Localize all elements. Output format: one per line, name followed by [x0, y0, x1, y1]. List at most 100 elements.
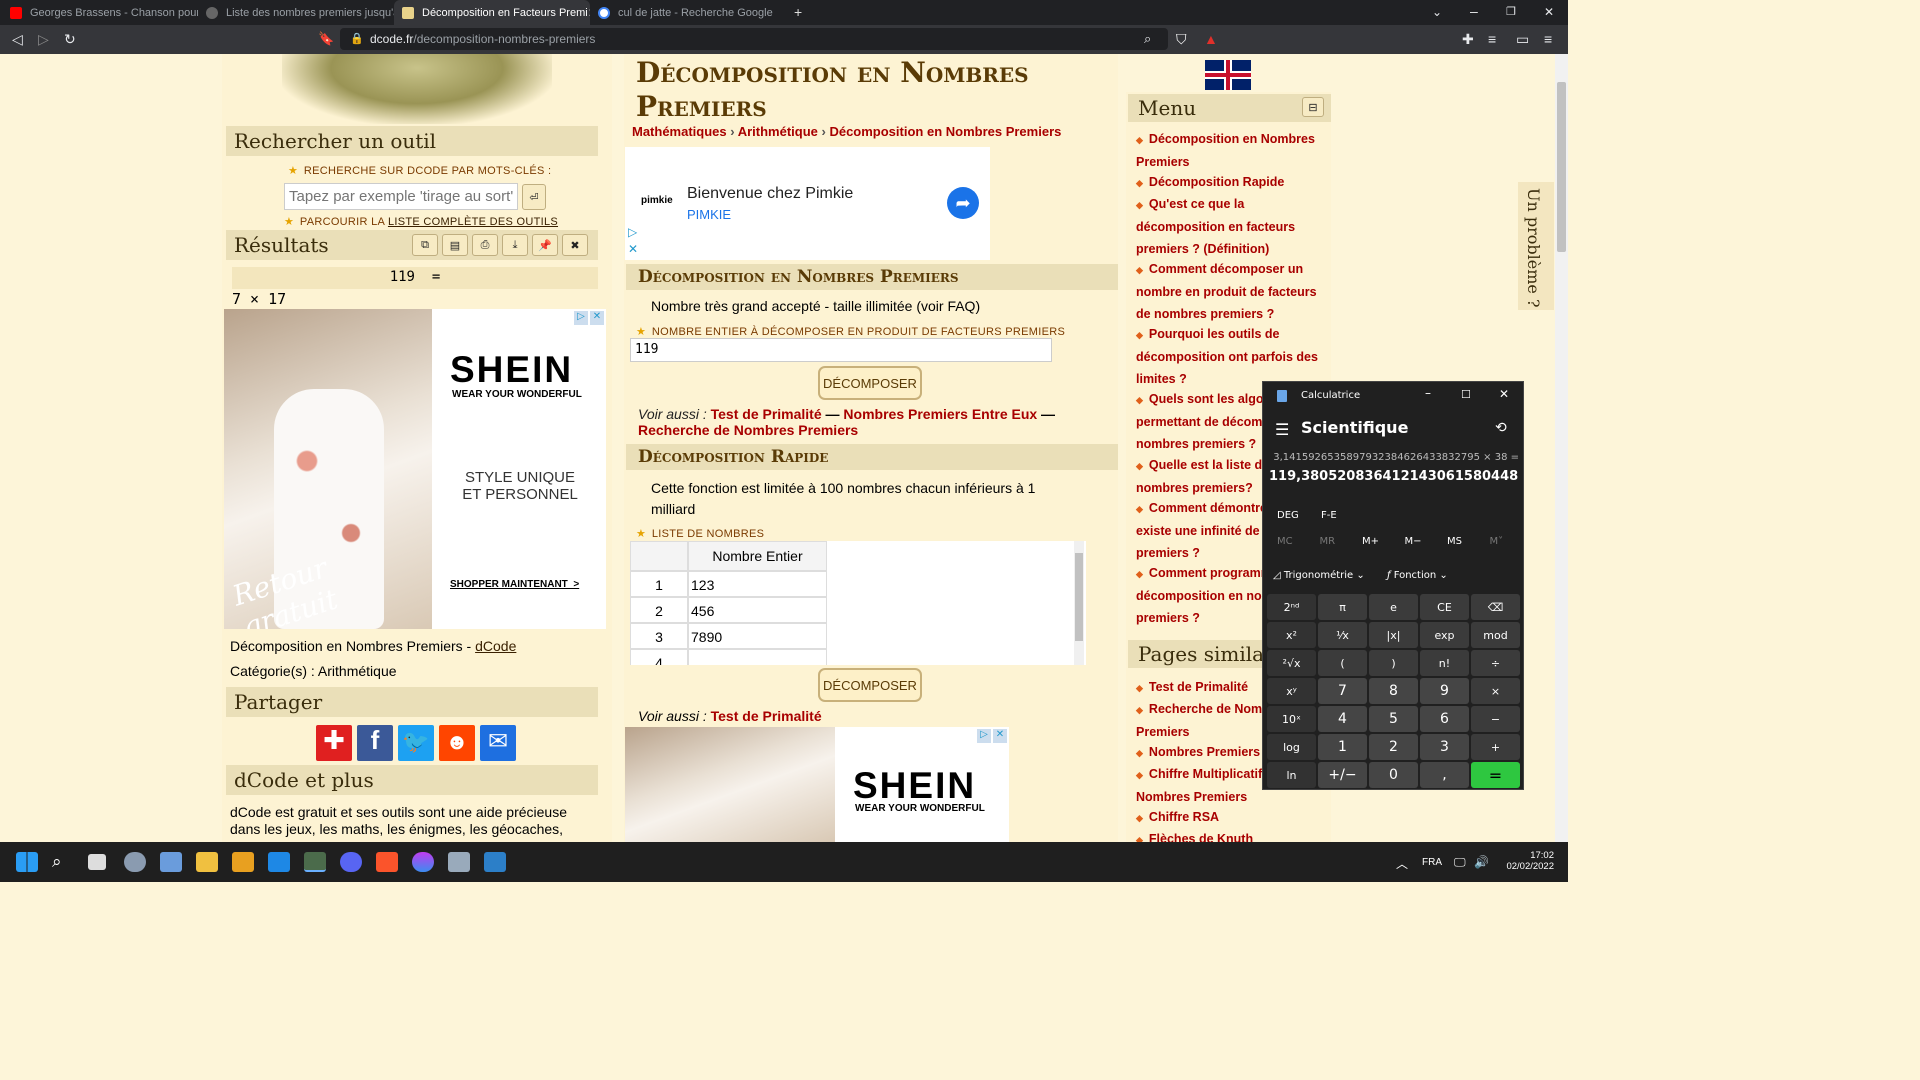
calc-key[interactable]: exp: [1420, 622, 1469, 648]
search-input[interactable]: [284, 183, 518, 210]
see-also2-link[interactable]: Test de Primalité: [711, 708, 822, 724]
bookmark-icon[interactable]: 🔖: [318, 32, 334, 46]
menu-item[interactable]: ◆ Comment décomposer un nombre en produit…: [1136, 258, 1326, 325]
table-cell[interactable]: 123: [688, 571, 827, 597]
calc-key[interactable]: ): [1369, 650, 1418, 676]
download-icon[interactable]: ⤓: [502, 234, 528, 256]
wallet-icon[interactable]: ▭: [1516, 32, 1529, 46]
adchoices-icon[interactable]: ▷: [977, 729, 991, 743]
volume-icon[interactable]: 🔊: [1474, 855, 1489, 869]
calc-maximize-icon[interactable]: ☐: [1461, 388, 1471, 401]
calc-key[interactable]: ×: [1471, 678, 1520, 704]
brave-rewards-icon[interactable]: ▲: [1204, 32, 1218, 46]
calc-key[interactable]: 5: [1369, 706, 1418, 732]
network-app-icon[interactable]: [448, 852, 470, 872]
search-icon[interactable]: ⌕: [52, 852, 74, 872]
pimkie-ad[interactable]: pimkie Bienvenue chez Pimkie PIMKIE ➦ ▷ …: [625, 147, 990, 260]
menu-item[interactable]: ◆ Qu'est ce que la décomposition en facte…: [1136, 193, 1326, 260]
page-scrollbar[interactable]: [1555, 54, 1568, 842]
table-cell[interactable]: 456: [688, 597, 827, 623]
vscode-icon[interactable]: [268, 852, 290, 872]
extensions-icon[interactable]: ✚: [1462, 32, 1474, 46]
clock[interactable]: 17:02 02/02/2022: [1500, 850, 1554, 872]
minimize-icon[interactable]: –: [1470, 4, 1478, 18]
calc-minimize-icon[interactable]: –: [1425, 386, 1431, 400]
decompose-button[interactable]: DÉCOMPOSER: [818, 366, 922, 400]
email-icon[interactable]: ✉: [480, 725, 516, 761]
pin-icon[interactable]: 📌: [532, 234, 558, 256]
history-icon[interactable]: ⟲: [1495, 420, 1507, 436]
close-window-icon[interactable]: ✕: [1544, 5, 1554, 19]
adchoices-icon[interactable]: ▷: [574, 311, 588, 325]
calc-key[interactable]: log: [1267, 734, 1316, 760]
problem-tab[interactable]: Un problème ?: [1518, 182, 1554, 310]
directions-icon[interactable]: ➦: [947, 187, 979, 219]
calc-close-icon[interactable]: ✕: [1499, 387, 1509, 401]
memory-key[interactable]: M˅: [1490, 536, 1504, 547]
shein-ad[interactable]: Retour gratuit SHEIN WEAR YOUR WONDERFUL…: [224, 309, 606, 629]
back-icon[interactable]: ◁: [12, 32, 23, 46]
calc-key[interactable]: 0: [1369, 762, 1418, 788]
photos-icon[interactable]: [484, 852, 506, 872]
network-icon[interactable]: 🖵: [1454, 855, 1466, 870]
dcode-link[interactable]: dCode: [475, 638, 516, 654]
tab-google[interactable]: cul de jatte - Recherche Google: [590, 0, 786, 25]
tab-decomposition[interactable]: Décomposition en Facteurs Premi✕: [394, 0, 590, 25]
numbers-table[interactable]: Nombre Entier 1 123 2 456 3 7890 4: [630, 541, 1086, 665]
zoom-icon[interactable]: ⌕: [1144, 32, 1151, 46]
calc-key[interactable]: 10ˣ: [1267, 706, 1316, 732]
brave-shield-icon[interactable]: ⛉: [1176, 32, 1187, 46]
uk-flag-icon[interactable]: [1205, 60, 1251, 90]
menu-item[interactable]: ◆ Décomposition Rapide: [1136, 171, 1326, 194]
windows-start-icon[interactable]: [16, 852, 38, 872]
similar-item[interactable]: ◆ Flèches de Knuth: [1136, 828, 1326, 842]
calc-key[interactable]: π: [1318, 594, 1367, 620]
calc-key[interactable]: 6: [1420, 706, 1469, 732]
similar-item[interactable]: ◆ Chiffre RSA: [1136, 806, 1326, 829]
forward-icon[interactable]: ▷: [38, 32, 49, 46]
see-also-link-2[interactable]: Nombres Premiers Entre Eux: [843, 406, 1037, 422]
calc-key[interactable]: |x|: [1369, 622, 1418, 648]
tab-brassens[interactable]: Georges Brassens - Chanson pour l'au: [2, 0, 198, 25]
memory-key[interactable]: MR: [1320, 536, 1336, 547]
playlist-icon[interactable]: ≡: [1488, 32, 1496, 46]
calc-key[interactable]: ⌫: [1471, 594, 1520, 620]
restore-icon[interactable]: ❐: [1506, 5, 1516, 19]
calc-key[interactable]: x²: [1267, 622, 1316, 648]
calc-key[interactable]: 1: [1318, 734, 1367, 760]
language-indicator[interactable]: FRA: [1422, 857, 1442, 868]
memory-key[interactable]: M−: [1405, 536, 1422, 547]
calc-key[interactable]: ÷: [1471, 650, 1520, 676]
calc-key[interactable]: 9: [1420, 678, 1469, 704]
calc-key[interactable]: xʸ: [1267, 678, 1316, 704]
search-submit-icon[interactable]: ⏎: [522, 184, 546, 210]
ad-close-icon[interactable]: ✕: [993, 729, 1007, 743]
calc-key[interactable]: e: [1369, 594, 1418, 620]
breadcrumb-arith[interactable]: Arithmétique: [738, 124, 818, 139]
memory-key[interactable]: MC: [1277, 536, 1293, 547]
calc-key[interactable]: =: [1471, 762, 1520, 788]
calc-menu-icon[interactable]: ☰: [1275, 420, 1289, 439]
brave-icon[interactable]: [376, 852, 398, 872]
ad-cta[interactable]: SHOPPER MAINTENANT >: [450, 579, 579, 590]
calc-key[interactable]: ²√x: [1267, 650, 1316, 676]
address-bar[interactable]: dcode.fr/decomposition-nombres-premiers: [340, 28, 1168, 50]
discord-icon[interactable]: [340, 852, 362, 872]
calc-key[interactable]: 7: [1318, 678, 1367, 704]
calc-key[interactable]: ,: [1420, 762, 1469, 788]
table-cell[interactable]: 7890: [688, 623, 827, 649]
decompose-list-button[interactable]: DÉCOMPOSER: [818, 668, 922, 702]
breadcrumb-math[interactable]: Mathématiques: [632, 124, 727, 139]
adchoices-icon[interactable]: ▷: [628, 225, 637, 239]
facebook-icon[interactable]: f: [357, 725, 393, 761]
reddit-icon[interactable]: ☻: [439, 725, 475, 761]
memory-key[interactable]: M+: [1362, 536, 1379, 547]
deg-toggle[interactable]: DEG: [1277, 510, 1299, 521]
print-icon[interactable]: ⎙: [472, 234, 498, 256]
calc-key[interactable]: 4: [1318, 706, 1367, 732]
calc-key[interactable]: mod: [1471, 622, 1520, 648]
collapse-icon[interactable]: ⊟: [1302, 97, 1324, 117]
shein-ad-2[interactable]: SHEIN WEAR YOUR WONDERFUL ▷ ✕: [625, 727, 1009, 842]
twitter-icon[interactable]: 🐦: [398, 725, 434, 761]
menu-icon[interactable]: ≡: [1544, 32, 1552, 46]
